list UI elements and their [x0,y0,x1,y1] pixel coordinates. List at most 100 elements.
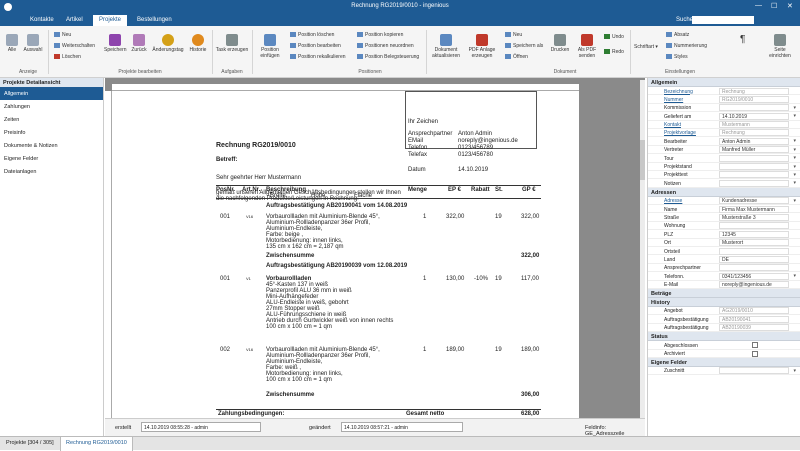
nav-zahlungen[interactable]: Zahlungen [0,100,103,113]
nav-preisinfo[interactable]: Preisinfo [0,126,103,139]
speichern-button[interactable]: Speichern [104,34,127,53]
property-row[interactable]: Adresse Kundenadresse ▾ [648,197,800,206]
property-value-field[interactable]: noreply@ingenious.de [719,281,789,289]
position-einfuegen-button[interactable]: Position einfügen [256,34,284,59]
document-page[interactable]: Ihr Zeichen Ansprechpartner Anton Admin … [112,91,579,418]
positionen-neuordnen-button[interactable]: Positionen neuordnen [357,43,414,49]
neu-dokument-button[interactable]: Neu [505,32,522,38]
property-row[interactable]: Ansprechpartner [648,264,800,273]
property-value-field[interactable]: Firma Max Mustermann [719,205,789,213]
alle-button[interactable]: Alle [4,34,20,53]
property-label[interactable]: Adresse [664,198,682,204]
property-value-field[interactable]: Mustermann [719,121,789,129]
nummerierung-button[interactable]: Nummerierung [666,43,707,49]
dropdown-arrow-icon[interactable]: ▾ [793,113,796,119]
dropdown-arrow-icon[interactable]: ▾ [793,155,796,161]
dropdown-arrow-icon[interactable]: ▾ [793,273,796,279]
property-value-field[interactable] [719,104,789,112]
property-row[interactable]: Vertreter Manfred Müller ▾ [648,146,800,155]
task-erzeugen-button[interactable]: Task erzeugen [214,34,250,53]
property-label[interactable]: Kontakt [664,122,681,128]
checkbox[interactable] [752,350,758,357]
menu-artikel[interactable]: Artikel [66,17,83,23]
pilcrow-icon[interactable]: ¶ [740,34,745,45]
tab-projekte[interactable]: Projekte [304 / 305] [6,440,54,446]
property-row[interactable]: Telefonn. 0341/123456 ▾ [648,272,800,281]
property-row[interactable]: Projektstand ▾ [648,163,800,171]
zurueck-button[interactable]: Zurück [128,34,150,53]
property-row[interactable]: Projekttext ▾ [648,171,800,180]
dropdown-arrow-icon[interactable]: ▾ [793,105,796,111]
property-row[interactable]: Abgeschlossen [648,341,800,350]
property-label[interactable]: Bezeichnung [664,89,693,95]
minimize-icon[interactable]: — [755,2,762,9]
property-value-field[interactable]: AB20190039 [719,324,789,332]
property-value-field[interactable] [719,154,789,162]
dropdown-arrow-icon[interactable]: ▾ [793,172,796,178]
property-value-field[interactable]: Manfred Müller [719,146,789,154]
section-betraege[interactable]: Beträge [648,288,800,298]
close-icon[interactable]: ✕ [787,2,793,10]
weiterschalten-button[interactable]: Weiterschalten [54,43,95,49]
property-row[interactable]: Archiviert [648,350,800,358]
property-row[interactable]: Straße Musterstraße 3 [648,213,800,222]
property-value-field[interactable] [719,222,789,230]
vertical-ruler[interactable] [105,91,112,418]
maximize-icon[interactable]: ☐ [771,2,777,10]
nav-dateianlagen[interactable]: Dateianlagen [0,165,103,178]
property-row[interactable]: Zuschnitt ▾ [648,367,800,376]
property-value-field[interactable]: Anton Admin [719,137,789,145]
auswahl-button[interactable]: Auswahl [22,34,44,53]
property-value-field[interactable]: DE [719,255,789,263]
dropdown-arrow-icon[interactable]: ▾ [793,198,796,204]
loeschen-button[interactable]: Löschen [54,54,81,60]
horizontal-ruler[interactable] [112,84,579,91]
property-row[interactable]: Bezeichnung Rechnung [648,87,800,96]
property-row[interactable]: Bearbeiter Anton Admin ▾ [648,137,800,146]
property-row[interactable]: PLZ 12345 [648,230,800,239]
drucken-button[interactable]: Drucken [548,34,572,53]
schriftart-button[interactable]: Schriftart ▾ [634,44,658,50]
oeffnen-button[interactable]: Öffnen [505,54,528,60]
property-row[interactable]: Ort Musterort [648,239,800,248]
checkbox[interactable] [752,342,758,349]
position-loeschen-button[interactable]: Position löschen [290,32,334,38]
property-row[interactable]: Name Firma Max Mustermann [648,205,800,214]
property-value-field[interactable]: Rechnung [719,129,789,137]
position-kopieren-button[interactable]: Position kopieren [357,32,403,38]
section-status[interactable]: Status [648,332,800,342]
property-row[interactable]: Nummer RG2019/0010 [648,95,800,104]
section-adressen[interactable]: Adressen [648,187,800,197]
dropdown-arrow-icon[interactable]: ▾ [793,368,796,374]
property-row[interactable]: Tour ▾ [648,154,800,163]
property-value-field[interactable]: Kundenadresse [719,197,789,205]
property-row[interactable]: Projektvorlage Rechnung [648,129,800,138]
property-row[interactable]: Auftragsbestätigung AB20190041 [648,315,800,324]
neu-button[interactable]: Neu [54,32,71,38]
styles-button[interactable]: Styles [666,54,688,60]
nav-zeiten[interactable]: Zeiten [0,113,103,126]
property-row[interactable]: Auftragsbestätigung AB20190039 [648,324,800,333]
property-row[interactable]: Ortsteil [648,247,800,256]
pdf-anlage-button[interactable]: PDF Anlage erzeugen [466,34,498,59]
section-history[interactable]: History [648,297,800,307]
nav-dokumente-notizen[interactable]: Dokumente & Notizen [0,139,103,152]
property-value-field[interactable]: Rechnung [719,87,789,95]
position-rekalkulieren-button[interactable]: Position rekalkulieren [290,54,346,60]
dropdown-arrow-icon[interactable]: ▾ [793,147,796,153]
property-label[interactable]: Nummer [664,97,683,103]
property-value-field[interactable]: AB20190041 [719,315,789,323]
property-value-field[interactable]: RG2019/0010 [719,95,789,103]
menu-projekte[interactable]: Projekte [93,15,128,26]
position-belegsteuerung-button[interactable]: Position Belegsteuerung [357,54,419,60]
property-value-field[interactable]: AG2019/0010 [719,307,789,315]
dropdown-arrow-icon[interactable]: ▾ [793,164,796,170]
property-row[interactable]: Kommission ▾ [648,104,800,113]
absatz-button[interactable]: Absatz [666,32,689,38]
property-value-field[interactable] [719,179,789,187]
property-value-field[interactable] [719,163,789,171]
nav-eigene-felder[interactable]: Eigene Felder [0,152,103,165]
speichern-als-button[interactable]: Speichern als [505,43,543,49]
property-label[interactable]: Projektvorlage [664,130,696,136]
menu-kontakte[interactable]: Kontakte [30,17,54,23]
